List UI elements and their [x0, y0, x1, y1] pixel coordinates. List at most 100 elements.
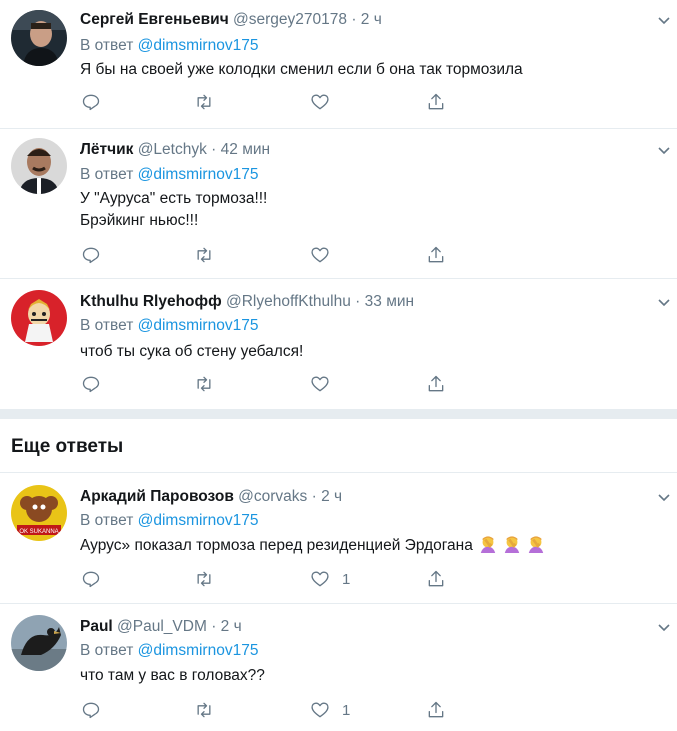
- avatar[interactable]: [11, 138, 67, 194]
- like-button[interactable]: [310, 91, 330, 113]
- chevron-down-icon[interactable]: [656, 619, 672, 635]
- avatar[interactable]: [11, 615, 67, 671]
- like-button[interactable]: 1: [310, 568, 350, 590]
- avatar[interactable]: [11, 10, 67, 66]
- display-name[interactable]: Лётчик: [80, 141, 133, 158]
- heart-icon: [311, 247, 329, 263]
- retweet-button[interactable]: [194, 91, 214, 113]
- retweet-button[interactable]: [194, 699, 214, 721]
- user-handle[interactable]: @Paul_VDM: [117, 618, 207, 635]
- heart-icon: [311, 94, 329, 110]
- tweet-text-line: что там у вас в головах??: [80, 667, 265, 684]
- reply-icon: [82, 94, 100, 111]
- reply-button[interactable]: [81, 699, 101, 721]
- separator-dot: ·: [355, 293, 361, 310]
- display-name[interactable]: Paul: [80, 618, 113, 635]
- avatar[interactable]: OK SUKANNA: [11, 485, 67, 541]
- chevron-down-icon[interactable]: [656, 489, 672, 505]
- reply-context: В ответ @dimsmirnov175: [80, 316, 258, 336]
- retweet-button[interactable]: [194, 373, 214, 395]
- tweet-item[interactable]: Сергей Евгеньевич @sergey270178 · 2 ч В …: [0, 0, 677, 129]
- tweet-text: что там у вас в головах??: [80, 665, 265, 687]
- tweet-text-line: Аурус» показал тормоза перед резиденцией…: [80, 537, 473, 554]
- timestamp[interactable]: 33 мин: [365, 293, 414, 310]
- reply-button[interactable]: [81, 568, 101, 590]
- retweet-icon: [197, 376, 211, 392]
- tweet-item[interactable]: Лётчик @Letchyk · 42 мин В ответ @dimsmi…: [0, 128, 677, 279]
- display-name[interactable]: Аркадий Паровозов: [80, 488, 234, 505]
- mention-link[interactable]: @dimsmirnov175: [138, 642, 259, 659]
- timestamp[interactable]: 2 ч: [221, 618, 242, 635]
- tweet-header: Kthulhu Rlyehoфф @RlyehoffKthulhu · 33 м…: [80, 292, 414, 312]
- heart-icon: [311, 376, 329, 392]
- share-button[interactable]: [426, 244, 446, 266]
- facepalm-emoji-icon: [504, 536, 520, 553]
- reply-context: В ответ @dimsmirnov175: [80, 511, 258, 531]
- facepalm-emoji-icon: [528, 536, 544, 553]
- facepalm-emoji-icon: [480, 536, 496, 553]
- tweet-text-line: У "Ауруса" есть тормоза!!!: [80, 190, 268, 207]
- display-name[interactable]: Kthulhu Rlyehoфф: [80, 293, 222, 310]
- mention-link[interactable]: @dimsmirnov175: [138, 166, 259, 183]
- share-icon: [428, 93, 444, 110]
- timestamp[interactable]: 2 ч: [361, 11, 382, 28]
- reply-icon: [82, 247, 100, 264]
- separator-dot: ·: [311, 488, 317, 505]
- reply-prefix: В ответ: [80, 317, 134, 334]
- reply-prefix: В ответ: [80, 166, 134, 183]
- tweet-text-line: Я бы на своей уже колодки сменил если б …: [80, 61, 523, 78]
- reply-prefix: В ответ: [80, 512, 134, 529]
- tweet-text: чтоб ты сука об стену уебался!: [80, 341, 303, 363]
- chevron-down-icon[interactable]: [656, 142, 672, 158]
- avatar-text: OK SUKANNA: [19, 529, 58, 535]
- tweet-text: Я бы на своей уже колодки сменил если б …: [80, 59, 523, 81]
- separator-dot: ·: [211, 618, 217, 635]
- like-button[interactable]: [310, 244, 330, 266]
- chevron-down-icon[interactable]: [656, 12, 672, 28]
- like-button[interactable]: [310, 373, 330, 395]
- share-button[interactable]: [426, 91, 446, 113]
- retweet-icon: [197, 702, 211, 718]
- avatar[interactable]: [11, 290, 67, 346]
- timestamp[interactable]: 42 мин: [221, 141, 270, 158]
- display-name[interactable]: Сергей Евгеньевич: [80, 11, 229, 28]
- tweet-header: Paul @Paul_VDM · 2 ч: [80, 617, 242, 637]
- reply-button[interactable]: [81, 91, 101, 113]
- like-button[interactable]: 1: [310, 699, 350, 721]
- reply-icon: [82, 376, 100, 393]
- chevron-down-icon[interactable]: [656, 294, 672, 310]
- share-icon: [428, 701, 444, 718]
- tweet-text-line: Брэйкинг ньюс!!!: [80, 212, 199, 229]
- reply-button[interactable]: [81, 373, 101, 395]
- retweet-button[interactable]: [194, 568, 214, 590]
- mention-link[interactable]: @dimsmirnov175: [138, 317, 259, 334]
- share-icon: [428, 375, 444, 392]
- mention-link[interactable]: @dimsmirnov175: [138, 512, 259, 529]
- mention-link[interactable]: @dimsmirnov175: [138, 37, 259, 54]
- like-count: 1: [342, 570, 351, 588]
- tweet-item[interactable]: Kthulhu Rlyehoфф @RlyehoffKthulhu · 33 м…: [0, 278, 677, 409]
- reply-button[interactable]: [81, 244, 101, 266]
- tweet-text-line: чтоб ты сука об стену уебался!: [80, 343, 304, 360]
- tweet-header: Лётчик @Letchyk · 42 мин: [80, 140, 270, 160]
- separator-dot: ·: [211, 141, 217, 158]
- tweet-header: Сергей Евгеньевич @sergey270178 · 2 ч: [80, 10, 382, 30]
- retweet-icon: [197, 571, 211, 587]
- heart-icon: [311, 702, 329, 718]
- reply-prefix: В ответ: [80, 37, 134, 54]
- section-divider: [0, 409, 677, 419]
- share-button[interactable]: [426, 699, 446, 721]
- share-button[interactable]: [426, 568, 446, 590]
- reply-icon: [82, 571, 100, 588]
- tweet-item[interactable]: Paul @Paul_VDM · 2 ч В ответ @dimsmirnov…: [0, 603, 677, 731]
- share-button[interactable]: [426, 373, 446, 395]
- reply-context: В ответ @dimsmirnov175: [80, 165, 258, 185]
- user-handle[interactable]: @RlyehoffKthulhu: [226, 293, 351, 310]
- tweet-item[interactable]: OK SUKANNA Аркадий Паровозов @corvaks · …: [0, 473, 677, 604]
- timestamp[interactable]: 2 ч: [321, 488, 342, 505]
- reply-icon: [82, 702, 100, 719]
- user-handle[interactable]: @Letchyk: [138, 141, 207, 158]
- retweet-button[interactable]: [194, 244, 214, 266]
- user-handle[interactable]: @sergey270178: [233, 11, 347, 28]
- user-handle[interactable]: @corvaks: [238, 488, 307, 505]
